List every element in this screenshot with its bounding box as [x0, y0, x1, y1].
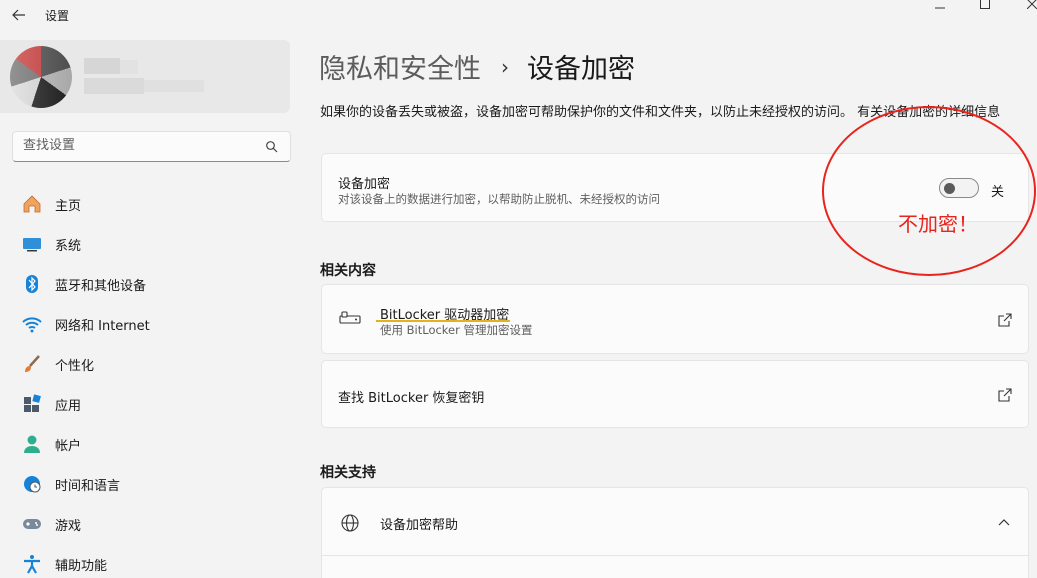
sidebar-item-personalization[interactable]: 个性化 [0, 344, 300, 384]
back-arrow-icon [12, 9, 25, 21]
sidebar-item-label: 蓝牙和其他设备 [55, 278, 147, 294]
sidebar-item-gaming[interactable]: 游戏 [0, 504, 300, 544]
breadcrumb-separator: › [501, 54, 509, 79]
external-link-icon [998, 313, 1012, 327]
account-icon [22, 434, 42, 454]
highlight-underline [376, 320, 510, 322]
bluetooth-icon [22, 274, 42, 294]
sidebar-item-label: 网络和 Internet [55, 318, 150, 334]
learn-more-link[interactable]: 有关设备加密的详细信息 [857, 105, 1000, 120]
app-title: 设置 [45, 9, 70, 23]
recovery-key-title: 查找 BitLocker 恢复密钥 [338, 391, 485, 406]
maximize-button[interactable] [975, 0, 995, 12]
sidebar-nav: 主页 系统 蓝牙和其他设备 网络和 Internet 个性化 应用 帐户 时间和… [0, 184, 300, 578]
gamepad-icon [22, 514, 42, 534]
sidebar-item-label: 个性化 [55, 358, 95, 374]
sidebar-item-time-language[interactable]: 时间和语言 [0, 464, 300, 504]
related-content-heading: 相关内容 [320, 263, 376, 279]
close-button[interactable] [1022, 0, 1037, 12]
sidebar-item-accessibility[interactable]: 辅助功能 [0, 544, 300, 578]
monitor-icon [22, 234, 42, 254]
device-encryption-title: 设备加密 [338, 177, 391, 192]
brush-icon [22, 354, 42, 374]
title-bar: 设置 [0, 0, 1037, 30]
user-name-blurred [84, 58, 204, 96]
sidebar-item-label: 帐户 [55, 438, 82, 454]
search-input[interactable] [23, 138, 253, 153]
toggle-state-label: 关 [991, 185, 1005, 200]
minimize-button[interactable] [930, 0, 950, 12]
user-profile[interactable] [0, 40, 290, 113]
maximize-icon [980, 0, 990, 9]
sidebar-item-home[interactable]: 主页 [0, 184, 300, 224]
toggle-knob [944, 183, 955, 194]
search-icon [266, 141, 278, 153]
search-box[interactable] [12, 131, 291, 162]
annotation-text: 不加密！ [898, 212, 978, 236]
sidebar-item-bluetooth[interactable]: 蓝牙和其他设备 [0, 264, 300, 304]
encryption-help-card[interactable]: 设备加密帮助 [321, 487, 1029, 578]
encryption-help-title: 设备加密帮助 [380, 518, 459, 533]
intro-text: 如果你的设备丢失或被盗，设备加密可帮助保护你的文件和文件夹，以防止未经授权的访问… [320, 103, 1032, 123]
device-encryption-description: 对该设备上的数据进行加密，以帮助防止脱机、未经授权的访问 [338, 192, 660, 206]
external-link-icon [998, 388, 1012, 402]
sidebar-item-label: 系统 [55, 238, 82, 254]
breadcrumb-parent[interactable]: 隐私和安全性 [319, 47, 481, 86]
related-support-heading: 相关支持 [320, 465, 376, 481]
breadcrumb: 隐私和安全性 › 设备加密 [319, 47, 635, 86]
sidebar-item-network[interactable]: 网络和 Internet [0, 304, 300, 344]
bitlocker-card[interactable]: BitLocker 驱动器加密 使用 BitLocker 管理加密设置 [321, 284, 1029, 354]
sidebar-item-accounts[interactable]: 帐户 [0, 424, 300, 464]
bitlocker-description: 使用 BitLocker 管理加密设置 [380, 323, 533, 337]
avatar [10, 46, 72, 108]
sidebar-item-label: 时间和语言 [55, 478, 121, 494]
globe-icon [341, 514, 359, 532]
sidebar-item-system[interactable]: 系统 [0, 224, 300, 264]
globe-clock-icon [22, 474, 42, 494]
wifi-icon [22, 314, 42, 334]
sidebar-item-label: 游戏 [55, 518, 82, 534]
close-icon [1027, 0, 1037, 9]
accessibility-icon [22, 554, 42, 574]
drive-lock-icon [339, 311, 361, 324]
chevron-up-icon[interactable] [998, 518, 1010, 526]
sidebar-item-label: 辅助功能 [55, 558, 108, 574]
intro-description: 如果你的设备丢失或被盗，设备加密可帮助保护你的文件和文件夹，以防止未经授权的访问… [320, 105, 854, 120]
sidebar-item-label: 应用 [55, 398, 82, 414]
back-button[interactable] [8, 4, 30, 26]
sidebar-item-apps[interactable]: 应用 [0, 384, 300, 424]
minimize-icon [935, 7, 945, 9]
recovery-key-card[interactable]: 查找 BitLocker 恢复密钥 [321, 360, 1029, 428]
apps-icon [22, 394, 42, 414]
sidebar-item-label: 主页 [55, 198, 82, 214]
page-title: 设备加密 [527, 54, 635, 85]
home-icon [22, 194, 42, 214]
device-encryption-toggle[interactable] [939, 178, 979, 198]
card-divider [322, 555, 1028, 556]
